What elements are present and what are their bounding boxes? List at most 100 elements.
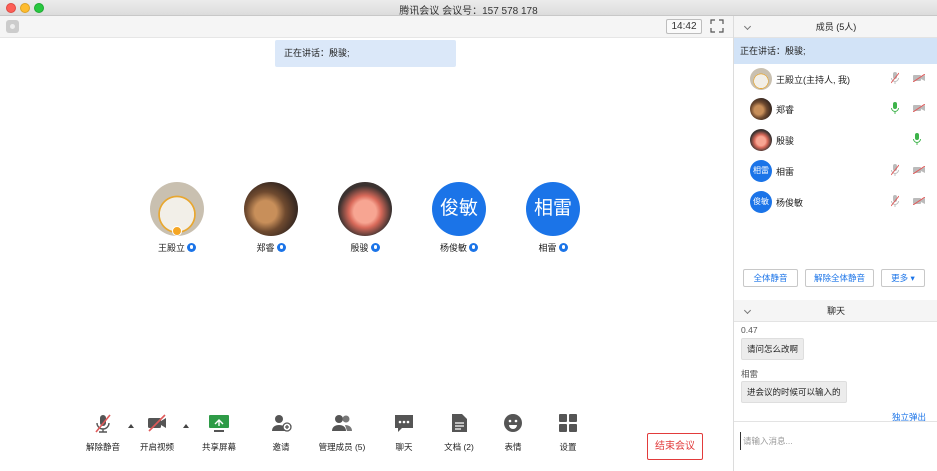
members-header[interactable]: 成员 (5人) — [734, 16, 937, 38]
invite-button[interactable]: 邀请 — [251, 412, 311, 453]
avatar: 俊敏 — [432, 182, 486, 236]
chevron-down-icon[interactable] — [743, 22, 752, 31]
video-off-icon — [148, 414, 166, 432]
start-video-button[interactable]: 开启视频 — [127, 412, 187, 453]
participant-tile[interactable]: 相雷 相雷 — [523, 182, 583, 254]
meeting-stage: 14:42 正在讲话：殷骏; 王殿立 郑睿 殷骏 俊敏 杨俊敏 相雷 相雷 — [0, 16, 733, 471]
chat-input[interactable] — [740, 432, 930, 450]
manage-members-button[interactable]: 管理成员 (5) — [312, 412, 372, 453]
invite-icon — [272, 415, 292, 432]
avatar — [750, 98, 772, 120]
mic-icon — [469, 243, 478, 252]
chat-sender: 0.47 — [741, 325, 758, 335]
share-screen-label: 共享屏幕 — [201, 442, 236, 452]
mic-icon — [187, 243, 196, 252]
avatar — [244, 182, 298, 236]
title-bar: 腾讯会议 会议号：157 578 178 — [0, 0, 937, 17]
unmute-all-button[interactable]: 解除全体静音 — [805, 269, 874, 287]
member-row[interactable]: 殷骏 — [734, 127, 937, 155]
member-name: 郑睿 — [776, 105, 795, 115]
speaking-banner: 正在讲话：殷骏; — [275, 40, 456, 67]
member-name: 王殿立(主持人, 我) — [776, 75, 850, 85]
manage-members-label: 管理成员 (5) — [318, 442, 366, 452]
chat-button[interactable]: 聊天 — [374, 412, 434, 453]
emoji-button[interactable]: 表情 — [483, 412, 543, 453]
participant-name: 相雷 — [538, 243, 557, 253]
mic-icon — [370, 243, 380, 252]
end-meeting-button[interactable]: 结束会议 — [647, 433, 703, 460]
mic-on-icon[interactable] — [913, 133, 921, 145]
participant-tile[interactable]: 俊敏 杨俊敏 — [429, 182, 489, 254]
member-name: 杨俊敏 — [776, 198, 804, 208]
mic-muted-icon[interactable] — [891, 164, 899, 176]
chat-title: 聊天 — [826, 306, 845, 316]
participant-grid: 王殿立 郑睿 殷骏 俊敏 杨俊敏 相雷 相雷 — [0, 182, 733, 262]
avatar: 俊敏 — [750, 191, 772, 213]
unmute-label: 解除静音 — [85, 442, 120, 452]
chat-message: 请问怎么改啊 — [741, 338, 805, 360]
member-row[interactable]: 相雷 相雷 — [734, 158, 937, 186]
stage-top-bar: 14:42 — [0, 16, 733, 38]
member-name: 相雷 — [776, 167, 795, 177]
settings-icon — [559, 414, 577, 432]
chat-label: 聊天 — [395, 442, 413, 452]
more-button[interactable]: 更多 ▾ — [881, 269, 925, 287]
window-title: 腾讯会议 会议号：157 578 178 — [399, 6, 538, 17]
more-label: 更多 — [891, 273, 909, 283]
side-panel: 成员 (5人) 正在讲话：殷骏; 王殿立(主持人, 我) 郑睿 殷骏 相雷 相雷… — [733, 16, 937, 471]
avatar — [150, 182, 204, 236]
video-off-icon[interactable] — [913, 104, 925, 112]
settings-label: 设置 — [559, 442, 577, 452]
caret-down-icon: ▾ — [910, 273, 915, 283]
chat-header[interactable]: 聊天 — [734, 300, 937, 322]
start-video-label: 开启视频 — [139, 442, 174, 452]
mic-icon — [276, 243, 286, 252]
member-name: 殷骏 — [776, 136, 795, 146]
settings-button[interactable]: 设置 — [538, 412, 598, 453]
mic-on-icon[interactable] — [891, 102, 899, 114]
share-screen-button[interactable]: 共享屏幕 — [189, 412, 249, 453]
unmute-button[interactable]: 解除静音 — [73, 412, 133, 453]
avatar: 相雷 — [750, 160, 772, 182]
participant-tile[interactable]: 郑睿 — [241, 182, 301, 254]
avatar — [750, 129, 772, 151]
meeting-toolbar: 解除静音 开启视频 共享屏幕 邀请 管理成员 (5) 聊天 文档 (2) 表情 … — [0, 412, 733, 471]
members-icon — [332, 415, 352, 431]
document-icon — [452, 414, 467, 432]
member-row[interactable]: 俊敏 杨俊敏 — [734, 189, 937, 217]
emoji-label: 表情 — [504, 442, 522, 452]
video-off-icon[interactable] — [913, 74, 925, 82]
participant-name: 郑睿 — [256, 243, 275, 253]
participant-name: 殷骏 — [350, 243, 369, 253]
member-row[interactable]: 郑睿 — [734, 96, 937, 124]
documents-button[interactable]: 文档 (2) — [429, 412, 489, 453]
mic-icon — [558, 243, 568, 252]
chevron-down-icon[interactable] — [743, 306, 752, 315]
fullscreen-icon[interactable] — [710, 19, 724, 33]
chat-input-area — [734, 421, 937, 471]
video-off-icon[interactable] — [913, 197, 925, 205]
participant-tile[interactable]: 殷骏 — [335, 182, 395, 254]
member-row[interactable]: 王殿立(主持人, 我) — [734, 66, 937, 94]
members-title: 成员 (5人) — [815, 22, 857, 32]
camera-icon[interactable] — [6, 20, 19, 33]
mute-all-button[interactable]: 全体静音 — [743, 269, 798, 287]
chat-sender: 相雷 — [741, 369, 759, 379]
member-actions: 全体静音 解除全体静音 更多 ▾ — [734, 264, 937, 294]
chat-messages: 0.47 请问怎么改啊 相雷 进会议的时候可以输入的 — [734, 322, 937, 412]
documents-label: 文档 (2) — [444, 442, 474, 452]
avatar — [750, 68, 772, 90]
avatar — [338, 182, 392, 236]
mic-muted-icon — [95, 414, 111, 433]
members-speaking-row: 正在讲话：殷骏; — [734, 38, 937, 64]
invite-label: 邀请 — [272, 442, 290, 452]
host-badge-icon — [172, 226, 182, 236]
participant-tile[interactable]: 王殿立 — [147, 182, 207, 254]
mic-muted-icon[interactable] — [891, 195, 899, 207]
screen-share-icon — [209, 415, 229, 432]
video-off-icon[interactable] — [913, 166, 925, 174]
participant-name: 杨俊敏 — [439, 243, 467, 253]
participant-name: 王殿立 — [157, 243, 185, 253]
meeting-timer: 14:42 — [666, 19, 702, 34]
mic-muted-icon[interactable] — [891, 72, 899, 84]
